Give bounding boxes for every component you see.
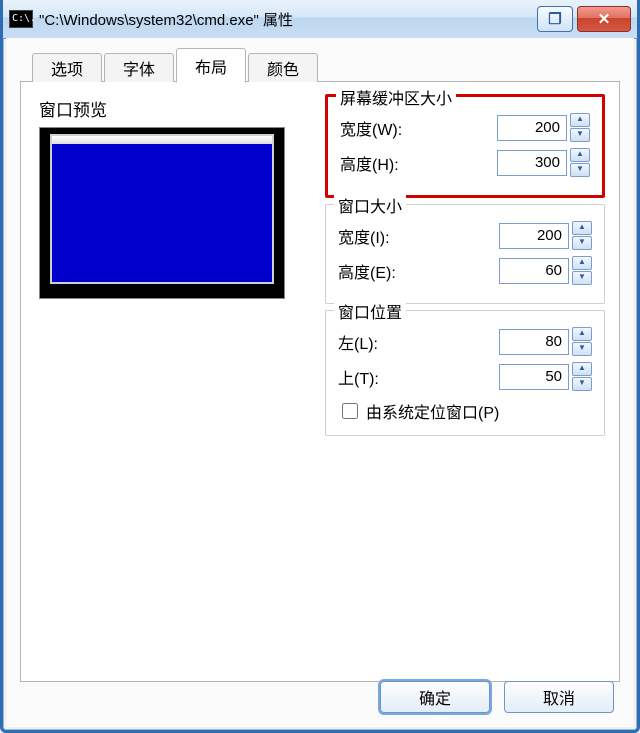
system-position-label: 由系统定位窗口(P) (366, 399, 499, 423)
cmd-icon: C:\. (9, 10, 33, 28)
tab-options[interactable]: 选项 (32, 53, 102, 82)
window-title: "C:\Windows\system32\cmd.exe" 属性 (39, 9, 533, 30)
spin-up-icon[interactable]: ▲ (570, 113, 590, 127)
buffer-height-spinner[interactable]: ▲ ▼ (497, 148, 590, 177)
buffer-width-label: 宽度(W): (340, 116, 497, 140)
spin-up-icon[interactable]: ▲ (570, 148, 590, 162)
spin-down-icon[interactable]: ▼ (572, 271, 592, 285)
cancel-button[interactable]: 取消 (504, 681, 614, 713)
settings-groups: 屏幕缓冲区大小 宽度(W): ▲ ▼ 高度(H): (325, 94, 605, 442)
winsize-width-input[interactable] (499, 223, 569, 249)
group-window-size: 窗口大小 宽度(I): ▲ ▼ 高度(E): (325, 204, 605, 304)
spin-up-icon[interactable]: ▲ (572, 362, 592, 376)
winsize-width-spinner[interactable]: ▲ ▼ (499, 221, 592, 250)
tab-font[interactable]: 字体 (104, 53, 174, 82)
winsize-width-label: 宽度(I): (338, 224, 499, 248)
winpos-left-input[interactable] (499, 329, 569, 355)
ok-button[interactable]: 确定 (380, 681, 490, 713)
winsize-height-spinner[interactable]: ▲ ▼ (499, 256, 592, 285)
winpos-top-label: 上(T): (338, 365, 499, 389)
winpos-left-label: 左(L): (338, 330, 499, 354)
group-screen-buffer: 屏幕缓冲区大小 宽度(W): ▲ ▼ 高度(H): (325, 94, 605, 198)
spin-down-icon[interactable]: ▼ (570, 128, 590, 142)
group-window-size-legend: 窗口大小 (334, 193, 406, 217)
spin-down-icon[interactable]: ▼ (570, 163, 590, 177)
properties-dialog: C:\. "C:\Windows\system32\cmd.exe" 属性 ❐ … (0, 0, 640, 733)
close-button[interactable]: ✕ (577, 6, 631, 32)
winpos-top-input[interactable] (499, 364, 569, 390)
group-window-position: 窗口位置 左(L): ▲ ▼ 上(T): (325, 310, 605, 436)
spin-up-icon[interactable]: ▲ (572, 327, 592, 341)
dialog-button-row: 确定 取消 (380, 681, 614, 713)
tabpage-layout: 窗口预览 屏幕缓冲区大小 宽度(W): (20, 82, 620, 682)
window-preview (39, 127, 285, 299)
winpos-top-spinner[interactable]: ▲ ▼ (499, 362, 592, 391)
tab-layout[interactable]: 布局 (176, 48, 246, 83)
buffer-height-input[interactable] (497, 150, 567, 176)
spin-up-icon[interactable]: ▲ (572, 221, 592, 235)
buffer-width-input[interactable] (497, 115, 567, 141)
winsize-height-input[interactable] (499, 258, 569, 284)
buffer-width-spinner[interactable]: ▲ ▼ (497, 113, 590, 142)
buffer-height-label: 高度(H): (340, 151, 497, 175)
client-area: 选项 字体 布局 颜色 窗口预览 屏幕缓冲区大小 宽度(W): (6, 38, 634, 727)
spin-down-icon[interactable]: ▼ (572, 342, 592, 356)
group-screen-buffer-legend: 屏幕缓冲区大小 (336, 85, 456, 109)
preview-window-frame (50, 134, 274, 284)
spin-down-icon[interactable]: ▼ (572, 236, 592, 250)
group-window-position-legend: 窗口位置 (334, 299, 406, 323)
preview-body (52, 144, 272, 282)
tabstrip: 选项 字体 布局 颜色 (20, 48, 620, 82)
tab-color[interactable]: 颜色 (248, 53, 318, 82)
winsize-height-label: 高度(E): (338, 259, 499, 283)
titlebar[interactable]: C:\. "C:\Windows\system32\cmd.exe" 属性 ❐ … (3, 0, 637, 39)
context-help-button[interactable]: ❐ (537, 6, 573, 32)
winpos-left-spinner[interactable]: ▲ ▼ (499, 327, 592, 356)
system-position-checkbox[interactable] (342, 403, 358, 419)
spin-up-icon[interactable]: ▲ (572, 256, 592, 270)
system-position-checkbox-row[interactable]: 由系统定位窗口(P) (338, 399, 592, 423)
spin-down-icon[interactable]: ▼ (572, 377, 592, 391)
